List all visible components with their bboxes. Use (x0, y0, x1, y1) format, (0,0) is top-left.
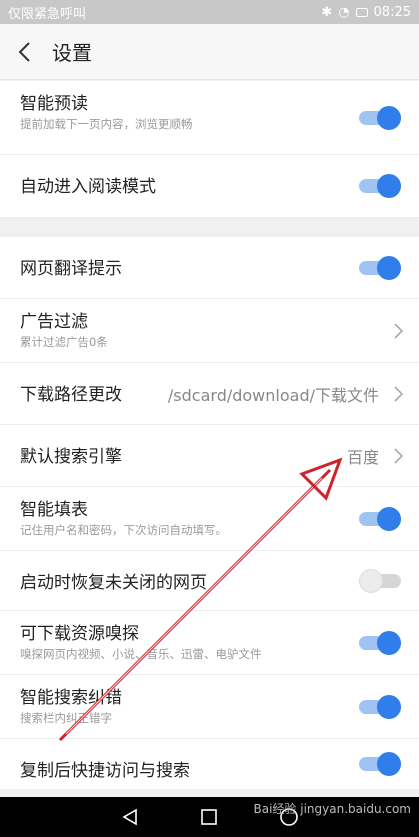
toggle-switch[interactable] (359, 630, 401, 655)
row-smart-preload[interactable]: 智能预读提前加载下一页内容，浏览更顺畅 (0, 81, 419, 155)
chevron-right-icon (394, 447, 404, 464)
row-label: 复制后快捷访问与搜索 (20, 761, 190, 781)
row-default-search[interactable]: 默认搜索引擎 百度 (0, 425, 419, 487)
row-label: 下载路径更改 (20, 385, 122, 405)
row-restore-tabs[interactable]: 启动时恢复未关闭的网页 (0, 551, 419, 611)
row-label: 智能搜索纠错 (20, 688, 122, 708)
row-copy-quick-search[interactable]: 复制后快捷访问与搜索 (0, 739, 419, 789)
row-download-path[interactable]: 下载路径更改 /sdcard/download/下载文件 (0, 363, 419, 425)
row-label: 智能填表 (20, 500, 88, 520)
section-divider (0, 217, 419, 237)
back-arrow-icon (18, 41, 30, 62)
row-label: 启动时恢复未关闭的网页 (20, 573, 207, 593)
page-title: 设置 (52, 41, 92, 65)
settings-section-2: 网页翻译提示 广告过滤累计过滤广告0条 下载路径更改 /sdcard/downl… (0, 237, 419, 789)
row-translate-prompt[interactable]: 网页翻译提示 (0, 237, 419, 299)
status-icons: ✱ ◔ 08:25 (321, 5, 411, 20)
status-carrier: 仅限紧急呼叫 (8, 6, 87, 22)
toggle-switch[interactable] (359, 694, 401, 719)
row-auto-read-mode[interactable]: 自动进入阅读模式 (0, 155, 419, 217)
row-label: 自动进入阅读模式 (20, 177, 156, 197)
status-bar: 仅限紧急呼叫 ✱ ◔ 08:25 (0, 0, 419, 24)
toggle-switch[interactable] (359, 752, 401, 776)
status-time: 08:25 (373, 4, 411, 20)
row-label: 网页翻译提示 (20, 259, 122, 279)
row-value: 百度 (346, 447, 379, 467)
toggle-switch[interactable] (359, 174, 401, 198)
row-search-correct[interactable]: 智能搜索纠错搜索栏内纠正错字 (0, 675, 419, 739)
row-sub: 记住用户名和密码，下次访问自动填写。 (20, 523, 227, 537)
back-button[interactable] (4, 24, 44, 80)
row-label: 默认搜索引擎 (20, 447, 122, 467)
row-label: 智能预读 (20, 94, 88, 114)
row-sub: 嗅探网页内视频、小说、音乐、迅雷、电驴文件 (20, 647, 262, 661)
toggle-switch[interactable] (359, 568, 401, 593)
toggle-switch[interactable] (359, 105, 401, 130)
row-label: 广告过滤 (20, 312, 88, 332)
row-value: /sdcard/download/下载文件 (167, 385, 379, 405)
wifi-icon: ◔ (338, 4, 350, 20)
toggle-switch[interactable] (359, 255, 401, 280)
watermark: Bai经验 jingyan.baidu.com (253, 802, 411, 816)
row-sub: 搜索栏内纠正错字 (20, 711, 112, 725)
row-sub: 提前加载下一页内容，浏览更顺畅 (20, 117, 193, 131)
back-triangle-icon[interactable] (121, 808, 139, 826)
row-smart-fill[interactable]: 智能填表记住用户名和密码，下次访问自动填写。 (0, 487, 419, 551)
row-ad-filter[interactable]: 广告过滤累计过滤广告0条 (0, 299, 419, 363)
chevron-right-icon (394, 322, 404, 339)
recents-square-icon[interactable] (200, 808, 218, 826)
row-label: 可下载资源嗅探 (20, 624, 139, 644)
row-resource-sniff[interactable]: 可下载资源嗅探嗅探网页内视频、小说、音乐、迅雷、电驴文件 (0, 611, 419, 675)
chevron-right-icon (394, 385, 404, 402)
settings-section-1: 智能预读提前加载下一页内容，浏览更顺畅 自动进入阅读模式 (0, 81, 419, 217)
header: 设置 (0, 24, 419, 80)
row-sub: 累计过滤广告0条 (20, 335, 108, 349)
bluetooth-icon: ✱ (321, 4, 333, 20)
toggle-switch[interactable] (359, 506, 401, 531)
battery-icon (355, 7, 368, 17)
